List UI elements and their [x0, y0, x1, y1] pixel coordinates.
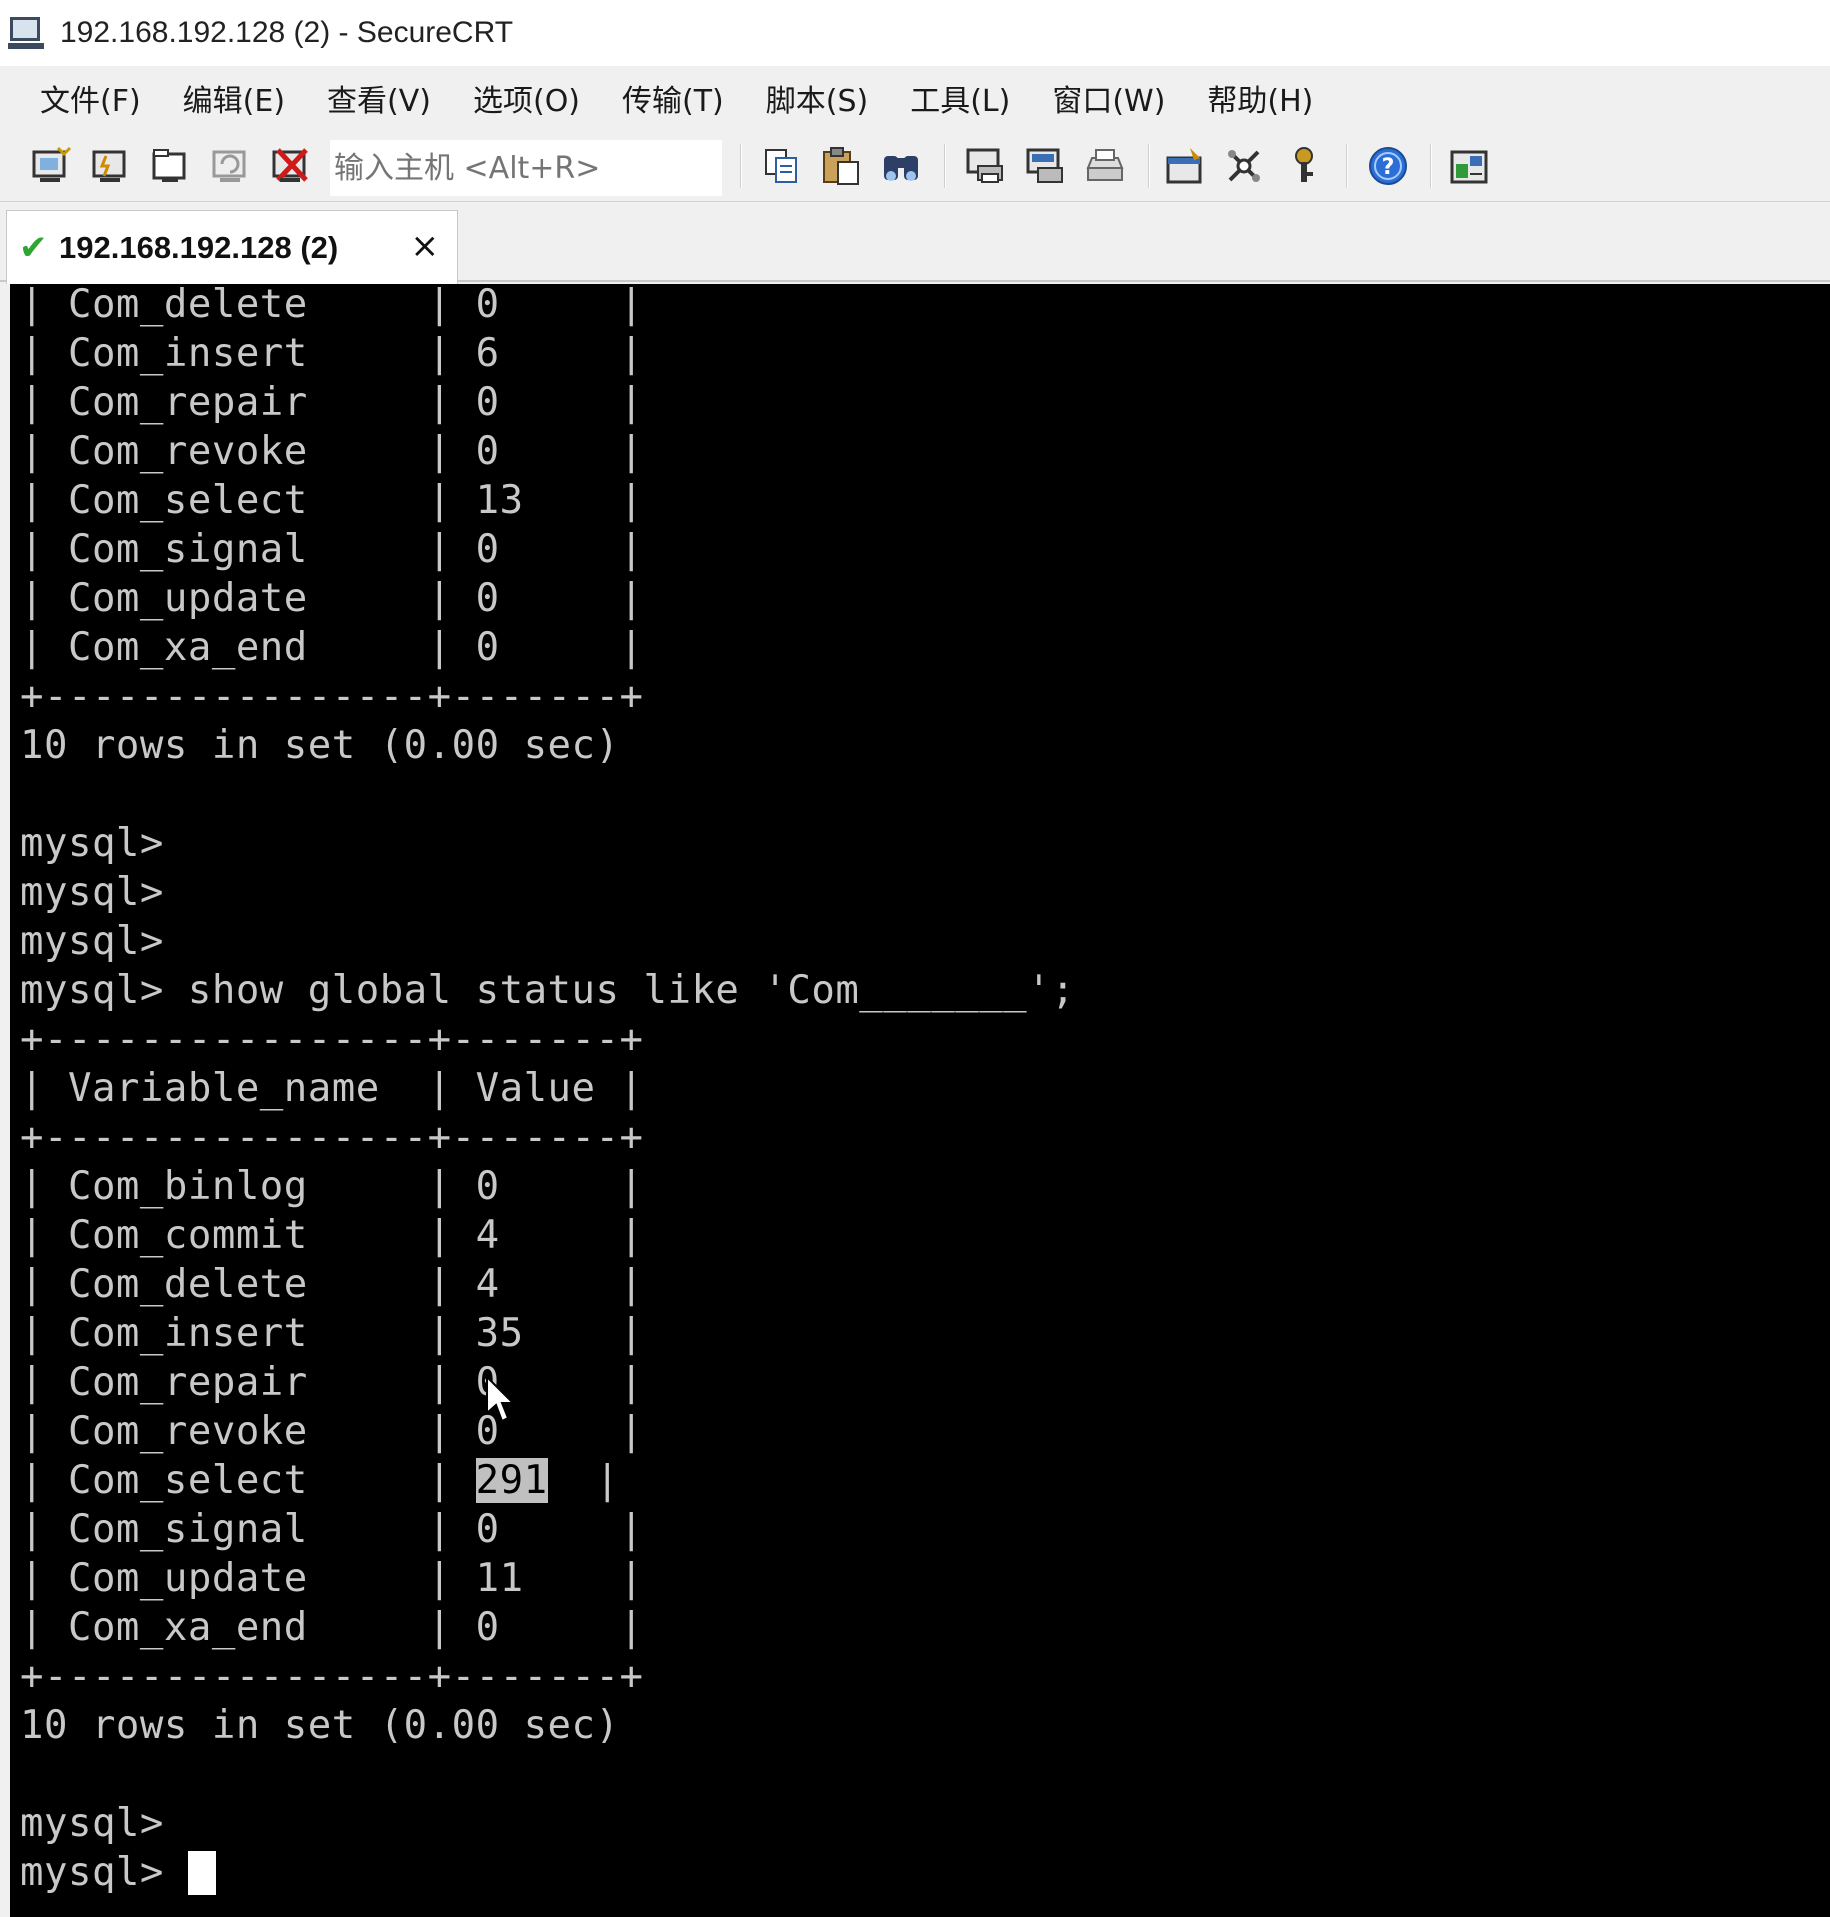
terminal-line: mysql>	[20, 919, 164, 964]
toolbar-separator	[740, 144, 742, 188]
toolbar: ?	[0, 130, 1830, 202]
session-tab[interactable]: ✔ 192.168.192.128 (2) ×	[6, 210, 458, 284]
securecrt-app-icon[interactable]	[6, 13, 46, 53]
print-setup-icon[interactable]	[1082, 144, 1128, 188]
row-suffix: |	[547, 1458, 620, 1503]
toolbar-separator	[1430, 144, 1432, 188]
text-cursor	[187, 1851, 216, 1895]
terminal-line: | Com_repair | 0 |	[20, 380, 644, 425]
paste-icon[interactable]	[818, 144, 864, 188]
terminal-line-selected-row: | Com_select | 291 |	[20, 1457, 620, 1505]
terminal-line: +----------------+-------+	[20, 1115, 644, 1160]
terminal-line: | Com_update | 11 |	[20, 1556, 644, 1601]
menu-transfer[interactable]: 传输(T)	[622, 76, 724, 120]
terminal-line: | Com_delete | 4 |	[20, 1262, 644, 1307]
terminal-line: | Com_commit | 4 |	[20, 1213, 644, 1258]
terminal-command-line: mysql> show global status like 'Com_____…	[20, 968, 1076, 1013]
terminal-line: | Com_xa_end | 0 |	[20, 625, 644, 670]
menu-help[interactable]: 帮助(H)	[1207, 76, 1313, 120]
menu-edit[interactable]: 编辑(E)	[183, 76, 285, 120]
print-selection-icon[interactable]	[1022, 144, 1068, 188]
reconnect-icon[interactable]	[208, 144, 254, 188]
menu-window[interactable]: 窗口(W)	[1052, 76, 1165, 120]
menu-script[interactable]: 脚本(S)	[766, 76, 868, 120]
toolbar-separator	[1148, 144, 1150, 188]
keymap-icon[interactable]	[1282, 144, 1328, 188]
terminal-line: mysql>	[20, 870, 164, 915]
terminal-line: | Com_revoke | 0 |	[20, 1409, 644, 1454]
terminal-line: | Com_xa_end | 0 |	[20, 1605, 644, 1650]
connected-check-icon: ✔	[19, 227, 48, 268]
terminal-line: | Com_signal | 0 |	[20, 1507, 644, 1552]
session-options-icon[interactable]	[1162, 144, 1208, 188]
disconnect-icon[interactable]	[268, 144, 314, 188]
terminal-line: mysql>	[20, 1801, 164, 1846]
title-bar[interactable]: 192.168.192.128 (2) - SecureCRT	[0, 0, 1830, 66]
copy-icon[interactable]	[758, 144, 804, 188]
terminal-line: +----------------+-------+	[20, 1017, 644, 1062]
terminal-line: | Com_signal | 0 |	[20, 527, 644, 572]
terminal-line: +----------------+-------+	[20, 674, 644, 719]
row-prefix: | Com_select |	[20, 1458, 476, 1503]
terminal-line: | Com_delete | 0 |	[20, 284, 644, 327]
mouse-pointer-icon	[486, 1375, 515, 1423]
menu-tools[interactable]: 工具(L)	[910, 76, 1010, 120]
global-options-icon[interactable]	[1222, 144, 1268, 188]
quick-connect-icon[interactable]	[88, 144, 134, 188]
terminal-line: | Com_repair | 0 |	[20, 1360, 644, 1405]
session-tab-strip: ✔ 192.168.192.128 (2) ×	[0, 202, 1830, 284]
terminal-header-row: | Variable_name | Value |	[20, 1066, 644, 1111]
terminal-line: | Com_insert | 6 |	[20, 331, 644, 376]
terminal-line: | Com_revoke | 0 |	[20, 429, 644, 474]
menu-options[interactable]: 选项(O)	[473, 76, 580, 120]
prompt: mysql>	[20, 1850, 188, 1895]
terminal-line: | Com_select | 13 |	[20, 478, 644, 523]
terminal-line: | Com_insert | 35 |	[20, 1311, 644, 1356]
terminal-prompt-line[interactable]: mysql>	[20, 1849, 216, 1897]
terminal-line: | Com_update | 0 |	[20, 576, 644, 621]
securecrt-window: 192.168.192.128 (2) - SecureCRT 文件(F) 编辑…	[0, 0, 1830, 1917]
menu-file[interactable]: 文件(F)	[40, 76, 141, 120]
terminal-line: | Com_binlog | 0 |	[20, 1164, 644, 1209]
close-tab-icon[interactable]: ×	[411, 229, 440, 263]
menu-bar: 文件(F) 编辑(E) 查看(V) 选项(O) 传输(T) 脚本(S) 工具(L…	[0, 66, 1830, 130]
host-input[interactable]	[330, 140, 722, 196]
connect-icon[interactable]	[28, 144, 74, 188]
print-icon[interactable]	[962, 144, 1008, 188]
terminal-line: +----------------+-------+	[20, 1654, 644, 1699]
connect-in-tab-icon[interactable]	[148, 144, 194, 188]
toolbar-separator	[1346, 144, 1348, 188]
terminal-output[interactable]: | Com_delete | 0 | | Com_insert | 6 | | …	[10, 284, 1830, 1917]
sftp-icon[interactable]	[1446, 144, 1492, 188]
menu-view[interactable]: 查看(V)	[327, 76, 431, 120]
terminal-line: mysql>	[20, 821, 164, 866]
toolbar-separator	[944, 144, 946, 188]
help-icon[interactable]: ?	[1366, 144, 1412, 188]
selected-value[interactable]: 291	[475, 1458, 548, 1503]
session-tab-label: 192.168.192.128 (2)	[59, 229, 339, 265]
find-icon[interactable]	[878, 144, 924, 188]
svg-text:?: ?	[1382, 155, 1395, 180]
terminal-line: 10 rows in set (0.00 sec)	[20, 723, 620, 768]
terminal-line: 10 rows in set (0.00 sec)	[20, 1703, 620, 1748]
window-title: 192.168.192.128 (2) - SecureCRT	[60, 16, 514, 49]
